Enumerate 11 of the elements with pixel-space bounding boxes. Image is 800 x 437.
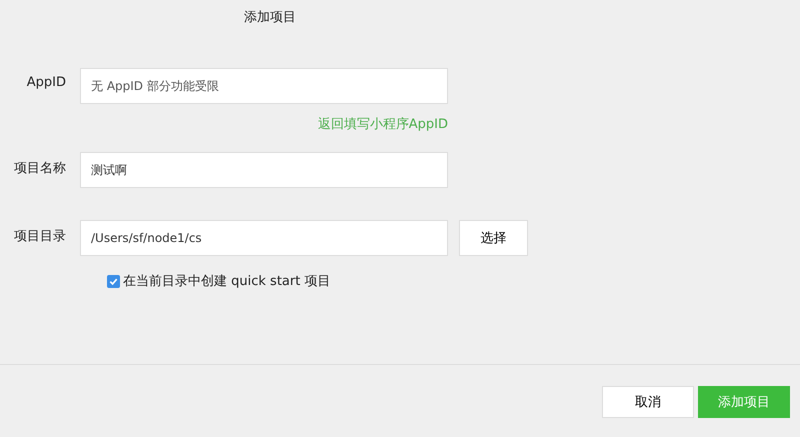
project-name-field[interactable]: 测试啊	[80, 152, 448, 188]
choose-button[interactable]: 选择	[459, 220, 528, 256]
checkbox[interactable]	[107, 274, 120, 288]
dialog-title: 添加项目	[243, 9, 297, 27]
project-dir-field[interactable]: /Users/sf/node1/cs	[80, 220, 448, 256]
field-label: 项目目录	[13, 228, 66, 245]
checkbox-label: 在当前目录中创建 quick start 项目	[123, 273, 330, 290]
field-label: 项目名称	[13, 160, 66, 177]
field-label: AppID	[26, 75, 66, 90]
appid-field[interactable]: 无 AppID 部分功能受限	[80, 68, 448, 104]
cancel-button[interactable]: 取消	[602, 386, 694, 418]
